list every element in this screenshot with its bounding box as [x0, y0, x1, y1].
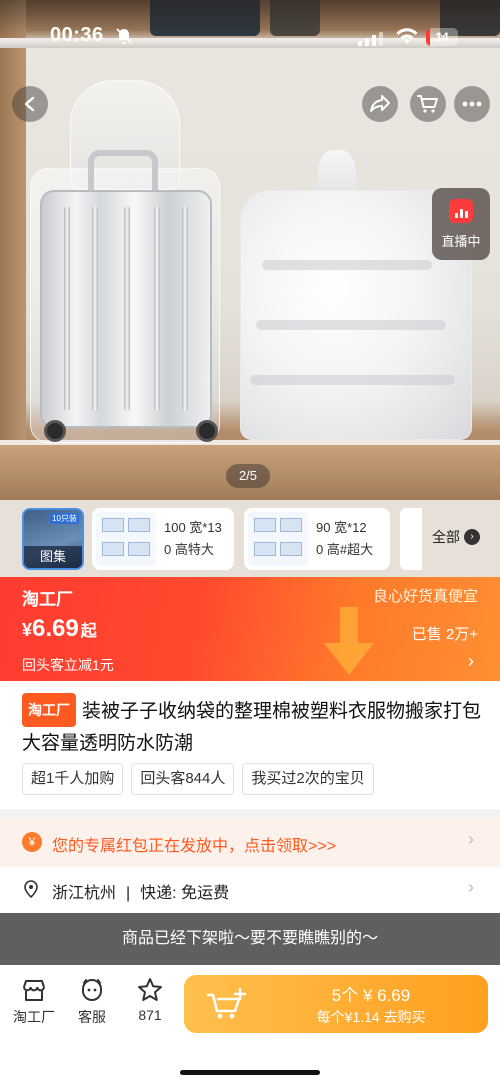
- variant-option-partial[interactable]: [400, 508, 422, 570]
- price: ¥6.69 起: [22, 615, 97, 643]
- chevron-right-icon: ›: [464, 529, 480, 545]
- favorite-button[interactable]: 871: [122, 977, 178, 1023]
- variant-line-1: 100 宽*13: [164, 520, 222, 535]
- variant-option[interactable]: 90 宽*12 0 高#超大: [244, 508, 390, 570]
- price-currency: ¥: [22, 620, 33, 640]
- chevron-left-icon: [21, 95, 39, 113]
- wifi-icon: [395, 26, 419, 46]
- shipping-row[interactable]: 浙江杭州 | 快递: 免运费 ›: [0, 867, 500, 913]
- product-title-text: 装被子子收纳袋的整理棉被塑料衣服物搬家打包大容量透明防水防潮: [22, 701, 482, 754]
- product-image[interactable]: [0, 0, 500, 500]
- add-cart-icon: [204, 987, 248, 1021]
- product-info-card: 淘工厂 装被子子收纳袋的整理棉被塑料衣服物搬家打包大容量透明防水防潮 超1千人加购…: [0, 681, 500, 809]
- gallery-thumbnail[interactable]: 10只装 图集: [22, 508, 84, 570]
- price-suffix: 起: [80, 623, 97, 640]
- suitcase: [40, 190, 212, 428]
- suitcase-wheel: [44, 420, 66, 442]
- product-tag: 我买过2次的宝贝: [242, 763, 374, 795]
- more-icon: [462, 101, 482, 107]
- brand-slogan: 良心好货真便宜: [372, 588, 478, 605]
- cabinet-side: [0, 0, 26, 500]
- sold-count: 已售 2万+: [411, 626, 478, 643]
- live-icon: [449, 198, 473, 223]
- live-stream-button[interactable]: 直播中: [432, 188, 490, 260]
- chevron-right-icon: ›: [468, 651, 474, 671]
- red-packet-text: 您的专属红包正在发放中，点击领取>>>: [52, 838, 337, 855]
- status-time: 00:36: [50, 24, 104, 46]
- shop-label: 淘工厂: [13, 1009, 55, 1025]
- delivery-fee: 快递: 免运费: [140, 885, 230, 902]
- cart-button[interactable]: [410, 86, 446, 122]
- live-label: 直播中: [441, 233, 481, 249]
- variant-image: [248, 512, 308, 566]
- home-indicator: [180, 1070, 320, 1075]
- ship-from-location: 浙江杭州: [52, 885, 117, 902]
- variant-line-2: 0 高特大: [164, 542, 214, 557]
- factory-brand: 淘工厂: [22, 590, 73, 609]
- product-title[interactable]: 淘工厂 装被子子收纳袋的整理棉被塑料衣服物搬家打包大容量透明防水防潮: [22, 693, 482, 760]
- variant-line-1: 90 宽*12: [316, 520, 367, 535]
- chevron-right-icon: ›: [468, 877, 474, 897]
- star-icon: [122, 977, 178, 1003]
- delisted-notice: 商品已经下架啦～要不要瞧瞧别的～: [0, 913, 500, 965]
- cart-icon: [417, 94, 439, 114]
- buy-price-line: 5个 ¥ 6.69: [331, 986, 411, 1005]
- return-customer-discount: 回头客立减1元: [22, 657, 114, 673]
- chevron-right-icon: ›: [468, 829, 474, 849]
- bottom-action-bar: 淘工厂 客服 871 5个 ¥ 6.69 每个¥1.14 去购买: [0, 965, 500, 1084]
- quilt-fold: [256, 320, 446, 330]
- customer-service-button[interactable]: 客服: [64, 977, 120, 1027]
- favorite-count: 871: [138, 1007, 162, 1023]
- variant-option[interactable]: 100 宽*13 0 高特大: [92, 508, 234, 570]
- product-tags: 超1千人加购 回头客844人 我买过2次的宝贝: [22, 763, 374, 795]
- all-variants-label: 全部: [432, 529, 460, 545]
- battery-percent: 14: [435, 30, 449, 44]
- gallery-label: 图集: [24, 546, 82, 568]
- gallery-tag: 10只装: [50, 513, 79, 524]
- image-counter: 2/5: [226, 464, 270, 488]
- product-tag: 超1千人加购: [22, 763, 124, 795]
- suitcase-handle: [88, 150, 158, 194]
- customer-service-label: 客服: [78, 1009, 106, 1025]
- product-tag: 回头客844人: [131, 763, 235, 795]
- price-value: 6.69: [32, 615, 79, 642]
- quilt-fold: [262, 260, 432, 270]
- variant-line-2: 0 高#超大: [316, 542, 374, 557]
- back-button[interactable]: [12, 86, 48, 122]
- share-button[interactable]: [362, 86, 398, 122]
- separator: |: [126, 885, 131, 902]
- shop-button[interactable]: 淘工厂: [6, 977, 62, 1027]
- location-pin-icon: [22, 880, 40, 899]
- buy-unit-price-line: 每个¥1.14 去购买: [316, 1009, 426, 1025]
- suitcase-wheel: [196, 420, 218, 442]
- variant-image: [96, 512, 156, 566]
- all-variants-button[interactable]: 全部 ›: [432, 527, 480, 547]
- more-button[interactable]: [454, 86, 490, 122]
- red-packet-row[interactable]: ¥ 您的专属红包正在发放中，点击领取>>> ›: [0, 817, 500, 867]
- customer-service-icon: [64, 977, 120, 1003]
- yen-coin-icon: ¥: [22, 832, 42, 852]
- share-icon: [369, 94, 391, 114]
- factory-badge: 淘工厂: [22, 693, 76, 727]
- battery-icon: 14: [426, 28, 458, 46]
- status-bar: 00:36 14: [0, 0, 500, 72]
- price-banner[interactable]: 淘工厂 良心好货真便宜 ¥6.69 起 已售 2万+ 回头客立减1元 ›: [0, 577, 500, 681]
- quilt-fold: [250, 375, 455, 385]
- cellular-signal-icon: [358, 30, 383, 46]
- buy-button[interactable]: 5个 ¥ 6.69 每个¥1.14 去购买: [184, 975, 488, 1033]
- mute-bell-icon: [116, 27, 132, 50]
- arrow-decoration: [324, 607, 374, 675]
- thumbnail-strip: 10只装 图集 100 宽*13 0 高特大 90 宽*12 0 高#超大 全部…: [0, 500, 500, 577]
- shop-icon: [6, 977, 62, 1003]
